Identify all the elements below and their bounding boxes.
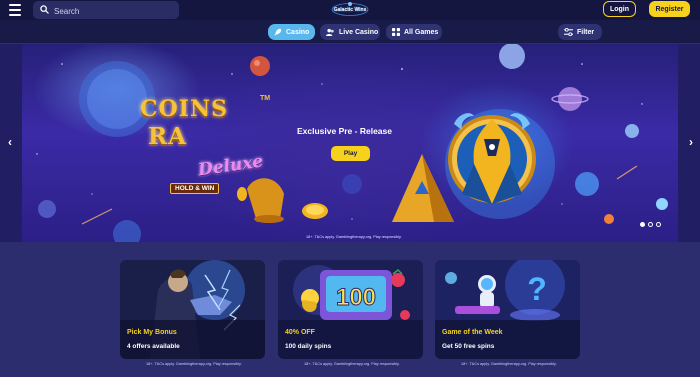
hero-disclaimer[interactable]: 18+. T&Cs apply. Gamblingtherapy.org. Pl… [306, 235, 402, 239]
login-button[interactable]: Login [603, 1, 636, 17]
carousel-dot-1[interactable] [640, 222, 645, 227]
rocket-icon [274, 28, 282, 36]
chevron-right-icon[interactable]: › [684, 135, 698, 149]
tab-all-games-label: All Games [404, 28, 439, 36]
promo-disclaimer[interactable]: 18+. T&Cs apply. Gamblingtherapy.org. Pl… [146, 362, 242, 366]
game-logo-line1: COINS [140, 96, 228, 122]
slot-machine-text: 100 [336, 284, 376, 311]
promo-subtitle: 100 daily spins [285, 343, 332, 350]
carousel-dot-2[interactable] [648, 222, 653, 227]
promo-card-pick-my-bonus[interactable]: Pick My Bonus 4 offers available [120, 260, 265, 359]
register-button[interactable]: Register [649, 1, 690, 17]
search-input[interactable] [52, 2, 176, 20]
promo-subtitle: 4 offers available [127, 343, 180, 350]
space-background-art [36, 44, 668, 242]
hero-headline: Exclusive Pre - Release [297, 126, 392, 136]
promo-card-daily-spins[interactable]: 100 40% OFF 100 daily spins [278, 260, 423, 359]
carousel-dot-3[interactable] [656, 222, 661, 227]
svg-text:?: ? [527, 271, 547, 307]
promo-title: Game of the Week [442, 329, 503, 336]
filter-label: Filter [577, 28, 595, 36]
live-dealer-icon [326, 28, 334, 36]
promo-subtitle: Get 50 free spins [442, 343, 495, 350]
search-box[interactable] [33, 1, 179, 20]
hamburger-menu-icon[interactable] [9, 4, 21, 16]
game-logo-badge: HOLD & WIN [170, 183, 220, 194]
promo-title: 40% OFF [285, 329, 315, 336]
tab-all-games[interactable]: All Games [386, 24, 442, 40]
promo-title: Pick My Bonus [127, 329, 177, 336]
hero-play-button[interactable]: Play [331, 146, 370, 161]
chevron-left-icon[interactable]: ‹ [3, 135, 17, 149]
tab-casino-label: Casino [286, 28, 310, 36]
filter-button[interactable]: Filter [558, 24, 602, 40]
promo-card-game-of-the-week[interactable]: ? Game of the Week Get 50 free spins [435, 260, 580, 359]
tab-live-casino-label: Live Casino [339, 28, 379, 36]
promo-disclaimer[interactable]: 18+. T&Cs apply. Gamblingtherapy.org. Pl… [461, 362, 557, 366]
category-nav: Casino Live Casino All Games Filter [0, 20, 700, 43]
tab-casino[interactable]: Casino [268, 24, 315, 40]
logo-text: Galactic Wins [333, 6, 367, 13]
grid-icon [392, 28, 400, 36]
filter-sliders-icon [564, 28, 573, 36]
game-logo-trademark: TM [260, 95, 271, 102]
tab-live-casino[interactable]: Live Casino [320, 24, 380, 40]
carousel-dots [640, 222, 661, 227]
site-logo[interactable]: Galactic Wins [330, 1, 370, 18]
game-logo-line2: RA [148, 123, 187, 150]
search-icon [40, 5, 49, 14]
hero-banner[interactable]: COINS TM RA Deluxe HOLD & WIN Exclusive … [22, 44, 678, 242]
top-header: Galactic Wins Login Register [0, 0, 700, 20]
promo-disclaimer[interactable]: 18+. T&Cs apply. Gamblingtherapy.org. Pl… [304, 362, 400, 366]
